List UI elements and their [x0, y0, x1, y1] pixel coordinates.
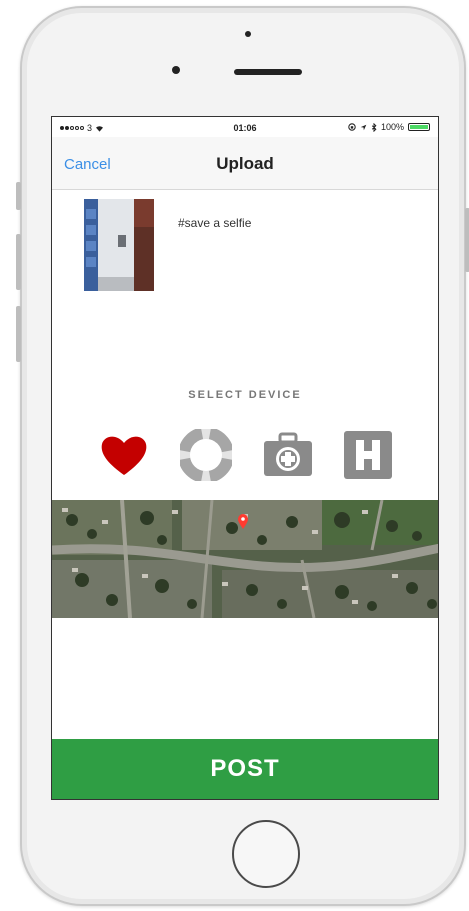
status-right: 100% [348, 122, 430, 132]
hospital-h-icon [344, 431, 392, 479]
map-pin-icon [238, 514, 248, 529]
post-button[interactable]: POST [52, 739, 438, 799]
heart-icon [101, 436, 147, 475]
device-option-hospital[interactable] [342, 429, 394, 481]
power-button [465, 208, 469, 272]
photo-thumbnail[interactable] [84, 199, 154, 291]
volume-up-button [16, 234, 21, 290]
battery-percentage: 100% [380, 122, 404, 132]
device-option-lifebuoy[interactable] [180, 429, 232, 481]
battery-icon [408, 123, 430, 131]
volume-down-button [16, 306, 21, 362]
select-device-label: SELECT DEVICE [188, 389, 302, 401]
device-option-first-aid[interactable] [262, 429, 314, 481]
mute-switch [16, 182, 21, 210]
proximity-sensor [245, 31, 251, 37]
device-selector [52, 429, 438, 483]
cancel-button[interactable]: Cancel [64, 156, 111, 173]
location-arrow-icon [360, 124, 367, 130]
status-bar: 3 01:06 100% [52, 117, 438, 137]
lifebuoy-icon [180, 429, 232, 481]
home-button[interactable] [232, 820, 300, 888]
app-screen: 3 01:06 100% Cancel Upload #save a selfi… [51, 116, 439, 800]
bluetooth-icon [371, 122, 377, 132]
location-map[interactable] [52, 500, 438, 618]
navigation-bar: Cancel Upload [52, 137, 438, 190]
device-option-heart[interactable] [98, 429, 150, 481]
photo-image [84, 199, 154, 291]
front-camera [172, 66, 180, 74]
earpiece-speaker [234, 69, 302, 75]
battery-fill [410, 125, 428, 129]
lock-rotation-icon [348, 123, 356, 131]
caption-input[interactable] [176, 215, 420, 231]
first-aid-kit-icon [264, 432, 312, 476]
